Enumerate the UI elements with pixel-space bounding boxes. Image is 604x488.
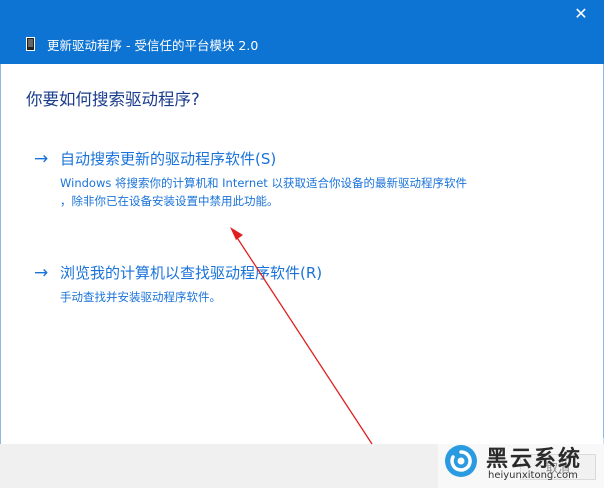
option-browse-computer-description: 手动查找并安装驱动程序软件。 bbox=[60, 290, 221, 304]
watermark-brand: 黑云系统 bbox=[486, 447, 583, 472]
option-auto-search[interactable]: → 自动搜索更新的驱动程序软件(S) Windows 将搜索你的计算机和 Int… bbox=[34, 148, 467, 210]
option-browse-computer-head[interactable]: → 浏览我的计算机以查找驱动程序软件(R) bbox=[34, 262, 322, 283]
option-auto-search-description: Windows 将搜索你的计算机和 Internet 以获取适合你设备的最新驱动… bbox=[60, 176, 467, 208]
watermark-url: heiyunxitong.com bbox=[488, 470, 578, 481]
device-icon bbox=[26, 37, 35, 51]
dialog-body bbox=[0, 64, 604, 444]
option-auto-search-label[interactable]: 自动搜索更新的驱动程序软件(S) bbox=[60, 148, 276, 169]
option-auto-search-head[interactable]: → 自动搜索更新的驱动程序软件(S) bbox=[34, 148, 467, 169]
update-driver-window: ✕ 更新驱动程序 - 受信任的平台模块 2.0 你要如何搜索驱动程序? → 自动… bbox=[0, 0, 604, 488]
title-bar: ✕ 更新驱动程序 - 受信任的平台模块 2.0 bbox=[0, 0, 604, 64]
arrow-right-icon: → bbox=[34, 262, 49, 283]
arrow-right-icon: → bbox=[34, 148, 49, 169]
swirl-logo-icon bbox=[445, 445, 477, 477]
search-question-heading: 你要如何搜索驱动程序? bbox=[26, 90, 200, 109]
close-icon: ✕ bbox=[574, 4, 588, 23]
watermark: 黑云系统 heiyunxitong.com bbox=[438, 438, 604, 488]
window-title-row: 更新驱动程序 - 受信任的平台模块 2.0 bbox=[26, 34, 258, 54]
window-title: 更新驱动程序 - 受信任的平台模块 2.0 bbox=[47, 37, 259, 53]
close-button[interactable]: ✕ bbox=[562, 0, 600, 28]
option-browse-computer[interactable]: → 浏览我的计算机以查找驱动程序软件(R) 手动查找并安装驱动程序软件。 bbox=[34, 262, 322, 306]
option-browse-computer-label[interactable]: 浏览我的计算机以查找驱动程序软件(R) bbox=[60, 262, 322, 283]
